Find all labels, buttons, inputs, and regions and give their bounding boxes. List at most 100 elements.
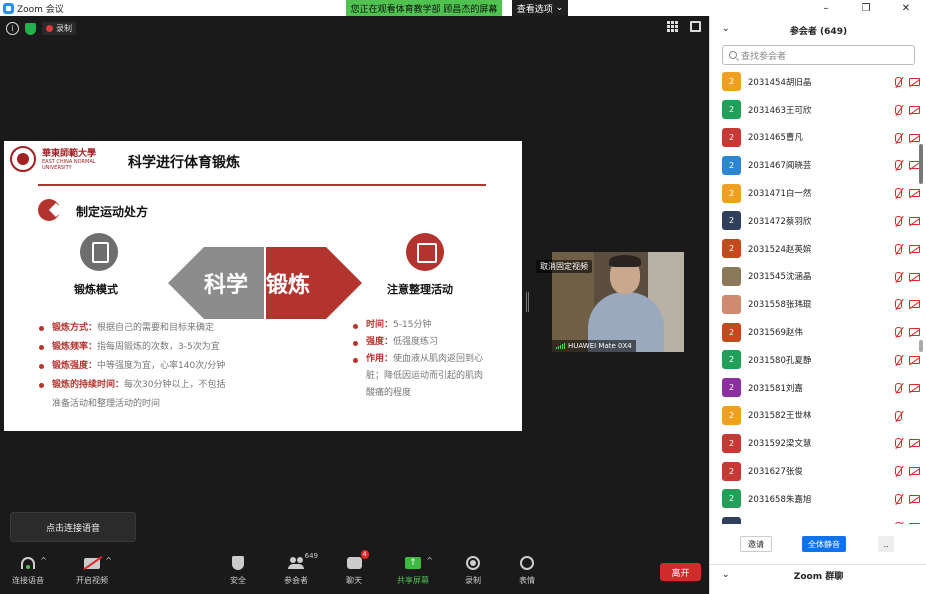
devices-icon <box>406 233 444 271</box>
participant-row[interactable]: 2031558张玮琨 <box>710 290 920 318</box>
unpin-video-button[interactable]: 取消固定视频 <box>536 260 592 273</box>
panel-scroll-thumb[interactable] <box>919 340 923 352</box>
video-off-icon <box>909 300 920 309</box>
shield-icon <box>232 556 244 570</box>
maximize-button[interactable]: ❐ <box>846 0 886 16</box>
search-participants-input[interactable]: 查找参会者 <box>722 45 915 65</box>
chat-label: 聊天 <box>346 576 362 585</box>
university-name: 華東師範大學 <box>42 149 97 159</box>
leave-button[interactable]: 离开 <box>660 563 701 581</box>
participant-row[interactable]: 2 2031580孔夏静 <box>710 346 920 374</box>
chat-panel-header[interactable]: ⌄ Zoom 群聊 <box>710 564 926 586</box>
participant-name: 2031581刘嘉 <box>748 383 803 394</box>
pacman-section-icon <box>38 199 60 221</box>
list-item: 锻炼强度：中等强度为宜，心率140次/分钟 <box>38 357 248 376</box>
window-controls: – ❐ ✕ <box>806 0 926 16</box>
avatar: 2 <box>722 405 741 425</box>
participant-name: 2031580孔夏静 <box>748 355 812 366</box>
record-icon <box>466 556 480 570</box>
participant-row[interactable]: 2 2031454胡旧晶 <box>710 68 920 96</box>
chat-button[interactable]: 4 聊天 <box>346 550 369 586</box>
avatar: 2 <box>722 378 741 398</box>
participant-row[interactable]: 2 2031658朱嘉旭 <box>710 485 920 513</box>
participant-row[interactable]: 2 2031569赵伟 <box>710 318 920 346</box>
resize-handle[interactable] <box>526 292 529 312</box>
info-icon[interactable]: i <box>6 22 19 35</box>
participant-row[interactable] <box>710 513 920 524</box>
security-button[interactable]: 安全 <box>230 554 246 586</box>
participants-icon <box>288 557 304 569</box>
list-item: 锻炼的持续时间：每次30分钟以上，不包括 <box>38 376 248 395</box>
avatar: 2 <box>722 322 741 342</box>
participant-row[interactable]: 2 2031524赵英嫔 <box>710 235 920 263</box>
recording-label: 录制 <box>56 24 72 33</box>
double-arrow-graphic <box>168 247 362 319</box>
participant-name: 2031545沈涵晶 <box>748 272 812 283</box>
video-off-icon <box>909 355 920 364</box>
university-name-en: EAST CHINA NORMAL UNIVERSITY <box>42 159 96 171</box>
mic-muted-icon <box>895 466 902 477</box>
panel-scrollbar[interactable] <box>919 144 923 184</box>
close-button[interactable]: ✕ <box>886 0 926 16</box>
participant-name: 2031471白一然 <box>748 189 812 200</box>
more-options-button[interactable]: .. <box>878 536 894 552</box>
video-off-icon <box>909 328 920 337</box>
exercise-mode-label: 锻炼模式 <box>74 283 118 296</box>
recording-indicator[interactable]: 录制 <box>42 22 76 35</box>
list-item-continuation: 酸痛的程度 <box>366 388 412 398</box>
mic-muted-icon <box>895 493 902 504</box>
list-item-continuation: 准备活动和整理活动的时间 <box>52 399 161 409</box>
collapse-chevron-icon[interactable]: ⌄ <box>722 570 730 580</box>
minimize-button[interactable]: – <box>806 0 846 16</box>
participants-title: 参会者 (649) <box>789 26 848 37</box>
video-off-icon <box>909 467 920 476</box>
mic-muted-icon <box>895 327 902 338</box>
arrow-text-exercise: 锻炼 <box>266 273 311 298</box>
share-screen-label: 共享屏幕 <box>397 576 429 585</box>
start-video-button[interactable]: ^ 开启视频 <box>76 554 112 586</box>
mic-muted-icon <box>895 382 902 393</box>
participant-row[interactable]: 2 2031592梁文慧 <box>710 429 920 457</box>
list-item: 强度：低强度练习 <box>352 334 502 351</box>
participants-count: 649 <box>304 552 318 560</box>
participants-button[interactable]: 649 参会者 <box>284 552 318 586</box>
participant-name: 2031524赵英嫔 <box>748 244 812 255</box>
participant-row[interactable]: 2 2031627张俊 <box>710 457 920 485</box>
video-off-icon <box>909 272 920 281</box>
fullscreen-icon[interactable] <box>690 21 701 32</box>
participant-row[interactable]: 2 2031472蔡羽欣 <box>710 207 920 235</box>
invite-button[interactable]: 邀请 <box>740 536 772 552</box>
mic-muted-icon <box>895 521 902 524</box>
encryption-shield-icon[interactable] <box>25 22 36 35</box>
participant-row[interactable]: 2 2031467闻晓芸 <box>710 151 920 179</box>
collapse-chevron-icon[interactable]: ⌄ <box>722 24 730 34</box>
share-screen-icon: ↑ <box>405 557 421 569</box>
arrow-text-science: 科学 <box>204 273 249 298</box>
participants-list[interactable]: 2 2031454胡旧晶 2 2031463王可欣 2 2031465曹凡 2 2031467… <box>710 68 920 524</box>
connect-audio-button[interactable]: ^ 连接语音 <box>12 554 47 586</box>
avatar: 2 <box>722 433 741 453</box>
participant-row[interactable]: 2 2031582王世林 <box>710 402 920 430</box>
participant-row[interactable]: 2 2031465曹凡 <box>710 124 920 152</box>
share-banner-text: 您正在观看体育教学部 顾昌杰的屏幕 <box>350 4 498 15</box>
participant-row[interactable]: 2 2031471白一然 <box>710 179 920 207</box>
record-button[interactable]: 录制 <box>465 554 481 586</box>
phone-icon <box>80 233 118 271</box>
window-title: Zoom 会议 <box>17 4 64 15</box>
mic-muted-icon <box>895 243 902 254</box>
search-icon <box>729 51 737 59</box>
mute-all-button[interactable]: 全体静音 <box>802 536 846 552</box>
gallery-view-icon[interactable] <box>667 21 678 32</box>
mic-muted-icon <box>895 215 902 226</box>
mic-muted-icon <box>895 410 902 421</box>
participants-panel: ⌄ 参会者 (649) 查找参会者 2 2031454胡旧晶 2 2031463王可欣… <box>709 16 926 594</box>
chevron-down-icon: ⌄ <box>555 3 564 13</box>
mic-muted-icon <box>895 132 902 143</box>
reactions-button[interactable]: 表情 <box>519 554 535 586</box>
share-screen-button[interactable]: ↑ ^ 共享屏幕 <box>397 554 433 586</box>
avatar: 2 <box>722 155 741 175</box>
participant-row[interactable]: 2031545沈涵晶 <box>710 263 920 291</box>
participant-row[interactable]: 2 2031581刘嘉 <box>710 374 920 402</box>
participant-row[interactable]: 2 2031463王可欣 <box>710 96 920 124</box>
view-options-button[interactable]: 查看选项 ⌄ <box>512 0 568 16</box>
